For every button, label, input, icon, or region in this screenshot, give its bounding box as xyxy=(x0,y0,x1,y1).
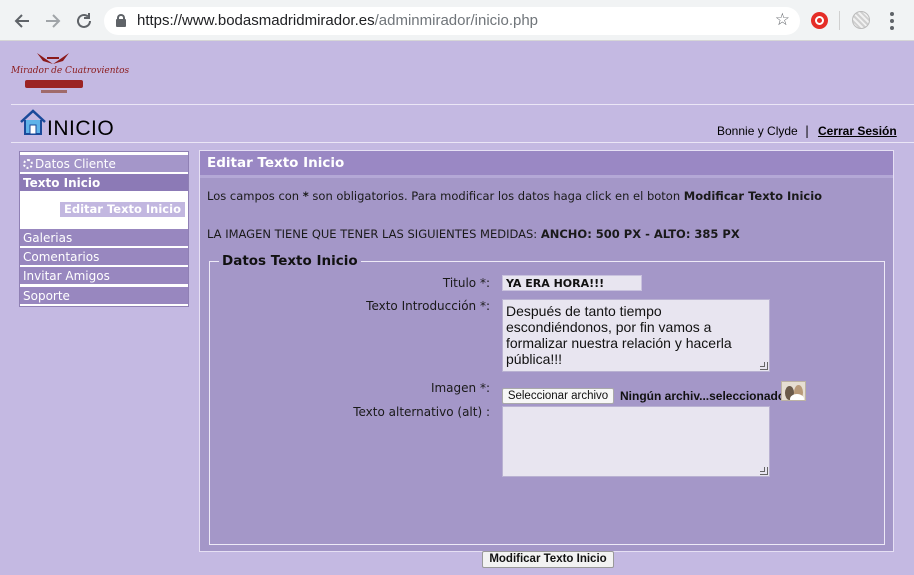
image-thumbnail[interactable] xyxy=(781,381,806,401)
required-fields-note: Los campos con * son obligatorios. Para … xyxy=(207,189,822,203)
file-select-button[interactable]: Seleccionar archivo xyxy=(502,388,614,404)
sidebar-item-invitar-amigos[interactable]: Invitar Amigos xyxy=(20,267,188,285)
fieldset-legend: Datos Texto Inicio xyxy=(219,253,361,270)
sidebar-subitem-editar-texto-inicio[interactable]: Editar Texto Inicio xyxy=(60,202,185,217)
form-fieldset: Datos Texto Inicio Titulo *: Texto Intro… xyxy=(209,253,885,545)
home-icon xyxy=(20,109,46,135)
file-status-text: Ningún archiv...seleccionado xyxy=(620,389,786,403)
url-path: /adminmirador/inicio.php xyxy=(374,12,539,29)
logo-ribbon xyxy=(25,80,83,88)
titulo-input[interactable] xyxy=(502,275,642,291)
address-bar[interactable]: https://www.bodasmadridmirador.es/adminm… xyxy=(104,7,800,35)
reload-icon[interactable] xyxy=(73,10,95,32)
titulo-label: Titulo *: xyxy=(442,276,490,290)
header-divider xyxy=(11,142,914,143)
info1-middle: son obligatorios. Para modificar los dat… xyxy=(308,189,684,203)
header-separator: | xyxy=(805,124,810,138)
sidebar-item-label: Datos Cliente xyxy=(35,157,116,171)
toolbar-separator xyxy=(839,11,840,30)
sidebar-item-datos-cliente[interactable]: Datos Cliente xyxy=(20,155,188,173)
logout-link[interactable]: Cerrar Sesión xyxy=(818,124,897,138)
back-arrow-icon[interactable] xyxy=(11,10,33,32)
lock-icon xyxy=(116,14,126,27)
sidebar-item-label: Texto Inicio xyxy=(23,176,101,190)
logo-name: Mirador de Cuatrovientos xyxy=(11,66,130,76)
sidebar-item-label: Comentarios xyxy=(23,250,100,264)
edit-panel: Editar Texto Inicio Los campos con * son… xyxy=(199,150,894,568)
logo-underline xyxy=(41,90,67,93)
sidebar-item-label: Invitar Amigos xyxy=(23,269,110,283)
browser-toolbar: https://www.bodasmadridmirador.es/adminm… xyxy=(0,0,914,41)
sidebar-item-label: Galerias xyxy=(23,231,73,245)
url-domain: https://www.bodasmadridmirador.es xyxy=(137,12,375,29)
resize-handle-icon[interactable] xyxy=(760,467,768,475)
info1-button-name: Modificar Texto Inicio xyxy=(683,189,823,203)
forward-arrow-icon[interactable] xyxy=(42,10,64,32)
image-size-note: LA IMAGEN TIENE QUE TENER LAS SIGUIENTES… xyxy=(207,227,740,241)
intro-label: Texto Introducción *: xyxy=(366,299,490,313)
sidebar-item-comentarios[interactable]: Comentarios xyxy=(20,248,188,266)
alt-textarea[interactable] xyxy=(502,406,770,477)
info2-dimensions: ANCHO: 500 PX - ALTO: 385 PX xyxy=(540,227,740,241)
page-title: INICIO xyxy=(47,117,115,140)
sidebar-item-texto-inicio[interactable]: Texto Inicio xyxy=(20,174,188,192)
submit-button[interactable]: Modificar Texto Inicio xyxy=(482,551,614,568)
imagen-label: Imagen *: xyxy=(430,381,490,395)
alt-label: Texto alternativo (alt) : xyxy=(353,405,490,419)
panel-title: Editar Texto Inicio xyxy=(200,151,893,175)
page: Mirador de Cuatrovientos INICIO Bonnie y… xyxy=(3,41,914,575)
resize-handle-icon[interactable] xyxy=(760,362,768,370)
top-divider xyxy=(11,104,914,105)
extension-icon[interactable] xyxy=(811,12,828,29)
sidebar: Datos Cliente Texto Inicio Editar Texto … xyxy=(19,151,189,307)
logo-emblem-icon xyxy=(37,53,69,64)
panel-title-strip xyxy=(200,175,893,178)
sidebar-item-galerias[interactable]: Galerias xyxy=(20,229,188,247)
info2-prefix: LA IMAGEN TIENE QUE TENER LAS SIGUIENTES… xyxy=(207,227,541,241)
profile-icon[interactable] xyxy=(852,11,870,29)
user-name: Bonnie y Clyde xyxy=(717,124,798,138)
kebab-menu-icon[interactable] xyxy=(889,11,895,31)
intro-textarea[interactable]: Después de tanto tiempo escondiéndonos, … xyxy=(502,299,770,372)
sidebar-item-soporte[interactable]: Soporte xyxy=(20,287,188,305)
url-text: https://www.bodasmadridmirador.es/adminm… xyxy=(137,12,538,29)
info1-prefix: Los campos con xyxy=(207,189,303,203)
gear-icon xyxy=(23,159,33,169)
sidebar-item-label: Soporte xyxy=(23,289,70,303)
site-logo[interactable]: Mirador de Cuatrovientos xyxy=(11,52,130,96)
bookmark-star-icon[interactable]: ☆ xyxy=(775,10,790,30)
